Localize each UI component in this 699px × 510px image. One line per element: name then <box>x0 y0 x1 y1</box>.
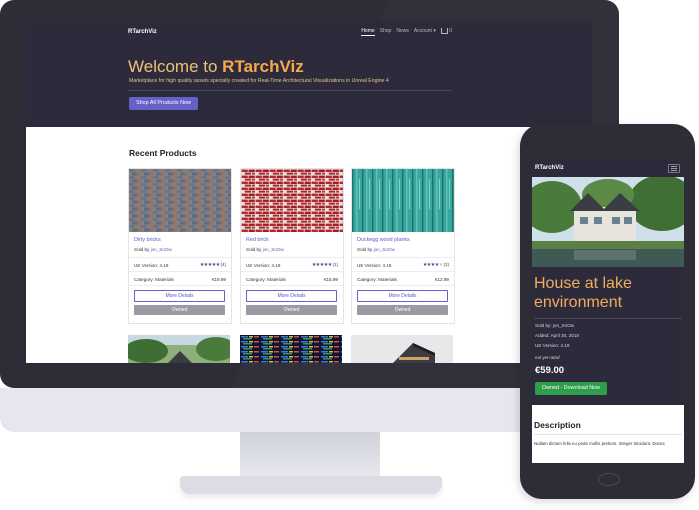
more-details-button[interactable]: More Details <box>246 290 337 302</box>
star-icon: ★ <box>327 262 332 268</box>
phone-home-button <box>598 473 620 486</box>
product-image[interactable] <box>129 169 231 232</box>
cart-icon <box>440 28 448 34</box>
rating-count: (4) <box>220 262 226 267</box>
owned-button[interactable]: Owned <box>134 305 225 315</box>
phone-product-title: House at lake environment <box>534 275 632 311</box>
owned-button[interactable]: Owned <box>357 305 448 315</box>
hero-title: Welcome to RTarchViz <box>128 57 304 77</box>
nav-cart[interactable]: 0 <box>440 28 452 36</box>
sold-by-label: Sold by <box>246 247 263 252</box>
rating-stars: ★★★★★ (1) <box>312 262 338 268</box>
product-ue-version: UE Version: 4.18 <box>357 263 392 268</box>
product-seller: Sold by jon_SnOw <box>134 247 172 252</box>
product-card: Dirty bricks Sold by jon_SnOw UE Version… <box>128 168 232 324</box>
card-divider <box>241 285 343 286</box>
description-text: Nullam dictum felis eu pede mollis preti… <box>534 441 666 446</box>
rating-count: (2) <box>443 262 449 267</box>
star-icon: ★ <box>438 262 443 268</box>
card-divider <box>352 257 454 258</box>
product-seller: Sold by jon_SnOw <box>246 247 284 252</box>
phone-screen: RTarchViz House at lake environment Sold… <box>532 160 684 463</box>
seller-link[interactable]: jon_SnOw <box>151 247 172 252</box>
phone-device: RTarchViz House at lake environment Sold… <box>520 124 695 499</box>
star-icon: ★ <box>215 262 220 268</box>
sold-by-label: Sold by <box>357 247 374 252</box>
product-name[interactable]: Red brick <box>246 237 269 243</box>
card-divider <box>241 271 343 272</box>
card-divider <box>241 257 343 258</box>
sold-by-label: Sold by <box>134 247 151 252</box>
product-category: Category: Materials <box>134 277 174 282</box>
monitor-stand-base <box>180 476 442 494</box>
owned-button[interactable]: Owned <box>246 305 337 315</box>
product-image[interactable] <box>352 169 454 232</box>
phone-rating-status: not yet rated <box>535 355 560 360</box>
card-divider <box>129 271 231 272</box>
nav-account[interactable]: Account ▾ <box>414 28 436 36</box>
description-divider <box>534 434 682 435</box>
product-ue-version: UE Version: 4.18 <box>246 263 281 268</box>
phone-price: €59.00 <box>535 365 565 376</box>
hero-subtitle: Marketplace for high quality assets spec… <box>129 78 389 84</box>
brand-logo[interactable]: RTarchViz <box>128 29 157 35</box>
shop-all-button[interactable]: Shop All Products Now <box>129 97 198 110</box>
hero-divider <box>128 90 452 91</box>
product-image-code[interactable] <box>240 335 342 363</box>
hero-title-brand: RTarchViz <box>222 57 304 76</box>
rating-stars: ★★★★★ (4) <box>200 262 226 268</box>
recent-products-heading: Recent Products <box>129 148 197 158</box>
product-image[interactable] <box>241 169 343 232</box>
product-price: €15.99 <box>323 277 338 282</box>
hero-section: RTarchViz Home Shop News Account ▾ 0 Wel… <box>26 21 592 127</box>
card-divider <box>129 285 231 286</box>
phone-sold-by: Sold by: jon_SnOw <box>535 323 575 328</box>
card-divider <box>352 271 454 272</box>
hamburger-menu-icon[interactable] <box>668 164 680 173</box>
product-name[interactable]: Duckegg wood planks <box>357 237 410 243</box>
top-nav: Home Shop News Account ▾ 0 <box>361 28 452 36</box>
more-details-button[interactable]: More Details <box>357 290 448 302</box>
product-image-house[interactable] <box>128 335 230 363</box>
more-details-button[interactable]: More Details <box>134 290 225 302</box>
nav-shop[interactable]: Shop <box>380 28 392 36</box>
product-category: Category: Materials <box>246 277 286 282</box>
phone-divider <box>534 318 682 319</box>
product-name[interactable]: Dirty bricks <box>134 237 161 243</box>
desktop-screen: RTarchViz Home Shop News Account ▾ 0 Wel… <box>26 21 592 363</box>
nav-home[interactable]: Home <box>361 28 375 36</box>
cart-count: 0 <box>449 28 452 35</box>
product-card: Duckegg wood planks Sold by jon_SnOw UE … <box>351 168 455 324</box>
download-now-button[interactable]: Owned - Download Now <box>535 382 607 395</box>
product-card: Red brick Sold by jon_SnOw UE Version: 4… <box>240 168 344 324</box>
card-divider <box>352 285 454 286</box>
product-hero-image <box>532 177 684 267</box>
product-category: Category: Materials <box>357 277 397 282</box>
card-divider <box>129 257 231 258</box>
seller-link[interactable]: jon_SnOw <box>374 247 395 252</box>
product-price: €19.99 <box>211 277 226 282</box>
hero-title-prefix: Welcome to <box>128 57 223 76</box>
phone-description-section: Description Nullam dictum felis eu pede … <box>532 405 684 463</box>
phone-ue-version: UE Version: 4.19 <box>535 343 570 348</box>
rating-count: (1) <box>332 262 338 267</box>
phone-brand-logo[interactable]: RTarchViz <box>535 165 564 171</box>
product-image-building[interactable] <box>351 335 453 363</box>
description-heading: Description <box>534 420 581 430</box>
seller-link[interactable]: jon_SnOw <box>263 247 284 252</box>
rating-stars: ★★★★★ (2) <box>423 262 449 268</box>
product-ue-version: UE Version: 4.18 <box>134 263 169 268</box>
product-seller: Sold by jon_SnOw <box>357 247 395 252</box>
nav-news[interactable]: News <box>396 28 409 36</box>
product-price: €12.99 <box>434 277 449 282</box>
monitor-stand-neck <box>240 432 380 478</box>
phone-added-date: Added: April 30, 2018 <box>535 333 579 338</box>
